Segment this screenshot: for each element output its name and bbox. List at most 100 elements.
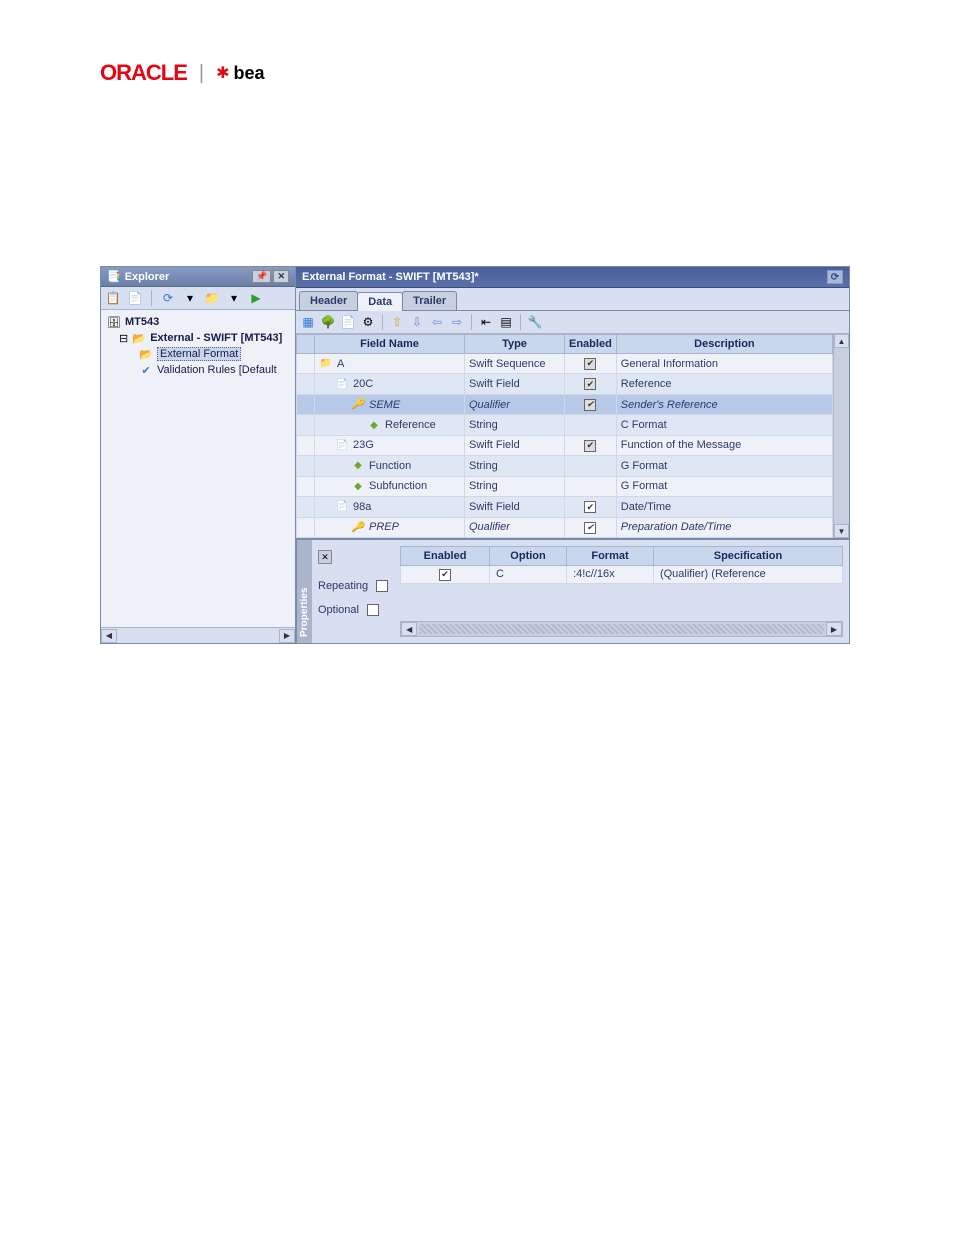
bea-text: bea xyxy=(234,63,265,84)
enabled-checkbox[interactable]: ✔ xyxy=(584,399,596,411)
oracle-logo: ORACLE xyxy=(100,60,187,86)
scroll-up-icon[interactable]: ▲ xyxy=(834,334,849,348)
repeating-row: Repeating xyxy=(318,580,388,592)
node-icon: 📁 xyxy=(319,357,333,371)
explorer-tree: 🗄 MT543 ⊟ 📂 External - SWIFT [MT543] 📂 E… xyxy=(101,310,295,627)
enabled-checkbox[interactable]: ✔ xyxy=(584,440,596,452)
right-arrow-icon[interactable]: ⇨ xyxy=(449,314,465,330)
down-arrow-icon[interactable]: ⇩ xyxy=(409,314,425,330)
table-row[interactable]: ◆SubfunctionStringG Format xyxy=(297,476,833,496)
pin-icon[interactable]: 📌 xyxy=(252,270,271,283)
table-row[interactable]: 🔑SEMEQualifier✔Sender's Reference xyxy=(297,394,833,414)
table-row[interactable]: 🔑PREPQualifier✔Preparation Date/Time xyxy=(297,517,833,538)
col-description[interactable]: Description xyxy=(616,335,832,354)
repeating-checkbox[interactable] xyxy=(376,580,388,592)
col-format[interactable]: Format xyxy=(567,547,654,566)
col-option[interactable]: Option xyxy=(489,547,566,566)
node-icon: 🔑 xyxy=(351,398,365,412)
scroll-left-icon[interactable]: ◀ xyxy=(401,622,417,636)
node-icon: 📄 xyxy=(335,377,349,391)
refresh-icon[interactable]: ⟳ xyxy=(827,270,843,284)
close-icon[interactable]: ✕ xyxy=(318,550,332,564)
left-arrow-icon[interactable]: ⇦ xyxy=(429,314,445,330)
scroll-left-icon[interactable]: ◀ xyxy=(101,629,117,643)
table-row[interactable]: 📄23GSwift Field✔Function of the Message xyxy=(297,435,833,455)
data-grid: Field Name Type Enabled Description 📁ASw… xyxy=(296,334,849,538)
properties-table: Enabled Option Format Specification ✔ C xyxy=(400,546,843,584)
node-icon: 📄 xyxy=(335,438,349,452)
properties-icon[interactable]: 🔧 xyxy=(527,314,543,330)
table-row[interactable]: 📄20CSwift Field✔Reference xyxy=(297,374,833,394)
col-enabled[interactable]: Enabled xyxy=(401,547,490,566)
scroll-thumb[interactable] xyxy=(419,624,824,634)
optional-row: Optional xyxy=(318,604,388,616)
folder-icon: 📂 xyxy=(139,347,153,361)
explorer-toolbar: 📋 📄 ⟳ ▾ 📁 ▾ ▶ xyxy=(101,287,295,310)
tree-icon[interactable]: 🌳 xyxy=(320,314,336,330)
up-arrow-icon[interactable]: ⇧ xyxy=(389,314,405,330)
scroll-down-icon[interactable]: ▼ xyxy=(834,524,849,538)
copy-icon[interactable]: 📋 xyxy=(105,290,121,306)
close-icon[interactable]: ✕ xyxy=(273,270,289,283)
chevron-down-icon[interactable]: ▾ xyxy=(226,290,242,306)
main-title-text: External Format - SWIFT [MT543]* xyxy=(302,271,479,283)
tree-external-format[interactable]: 📂 External Format xyxy=(105,346,291,362)
enabled-checkbox[interactable]: ✔ xyxy=(584,378,596,390)
tab-data[interactable]: Data xyxy=(357,292,403,311)
props-row[interactable]: ✔ C :4!c//16x (Qualifier) (Reference xyxy=(401,566,843,584)
properties-hscroll[interactable]: ◀ ▶ xyxy=(400,621,843,637)
expand-icon[interactable]: ⊟ xyxy=(119,332,128,345)
config-icon[interactable]: ⚙ xyxy=(360,314,376,330)
enabled-checkbox[interactable]: ✔ xyxy=(439,569,451,581)
tree-validation[interactable]: ✔ Validation Rules [Default xyxy=(105,362,291,378)
col-blank[interactable] xyxy=(297,335,315,354)
scroll-right-icon[interactable]: ▶ xyxy=(279,629,295,643)
logo-divider: | xyxy=(199,62,204,85)
tab-trailer[interactable]: Trailer xyxy=(402,291,457,310)
table-row[interactable]: ◆FunctionStringG Format xyxy=(297,456,833,476)
vertical-scrollbar[interactable]: ▲ ▼ xyxy=(833,334,849,538)
refresh-icon[interactable]: ⟳ xyxy=(160,290,176,306)
scroll-right-icon[interactable]: ▶ xyxy=(826,622,842,636)
properties-panel: Properties ✕ Repeating Optional xyxy=(296,538,849,643)
paste-icon[interactable]: 📄 xyxy=(127,290,143,306)
main-toolbar: ▦ 🌳 📄 ⚙ ⇧ ⇩ ⇦ ⇨ ⇤ ▤ 🔧 xyxy=(296,311,849,334)
tree-root[interactable]: 🗄 MT543 xyxy=(105,314,291,330)
properties-tab[interactable]: Properties xyxy=(296,540,312,643)
check-icon: ✔ xyxy=(139,363,153,377)
node-icon: 🔑 xyxy=(351,520,365,534)
explorer-icon: 📑 xyxy=(107,270,121,283)
tab-header[interactable]: Header xyxy=(299,291,358,310)
bea-swirl-icon: ✱ xyxy=(216,63,229,83)
folder-icon: 📂 xyxy=(132,331,146,345)
doc-icon[interactable]: 📄 xyxy=(340,314,356,330)
explorer-title-text: Explorer xyxy=(125,271,170,283)
grid-icon[interactable]: ▦ xyxy=(300,314,316,330)
tab-bar: Header Data Trailer xyxy=(296,288,849,311)
table-row[interactable]: 📁ASwift Sequence✔General Information xyxy=(297,354,833,374)
enabled-checkbox[interactable]: ✔ xyxy=(584,358,596,370)
node-icon: ◆ xyxy=(351,459,365,473)
db-icon: 🗄 xyxy=(107,315,121,329)
node-icon: 📄 xyxy=(335,500,349,514)
run-icon[interactable]: ▶ xyxy=(248,290,264,306)
enabled-checkbox[interactable]: ✔ xyxy=(584,501,596,513)
table-row[interactable]: 📄98aSwift Field✔Date/Time xyxy=(297,497,833,517)
col-type[interactable]: Type xyxy=(465,335,565,354)
tree-external[interactable]: ⊟ 📂 External - SWIFT [MT543] xyxy=(105,330,291,346)
node-icon: ◆ xyxy=(367,418,381,432)
col-enabled[interactable]: Enabled xyxy=(565,335,617,354)
optional-checkbox[interactable] xyxy=(367,604,379,616)
folder-icon[interactable]: 📁 xyxy=(204,290,220,306)
logo-bar: ORACLE | ✱ bea xyxy=(100,60,854,86)
col-field-name[interactable]: Field Name xyxy=(315,335,465,354)
table-row[interactable]: ◆ReferenceStringC Format xyxy=(297,415,833,435)
chevron-down-icon[interactable]: ▾ xyxy=(182,290,198,306)
enabled-checkbox[interactable]: ✔ xyxy=(584,522,596,534)
outdent-icon[interactable]: ⇤ xyxy=(478,314,494,330)
col-specification[interactable]: Specification xyxy=(653,547,842,566)
table-icon[interactable]: ▤ xyxy=(498,314,514,330)
explorer-panel: 📑 Explorer 📌 ✕ 📋 📄 ⟳ ▾ 📁 ▾ ▶ xyxy=(101,267,296,643)
explorer-titlebar: 📑 Explorer 📌 ✕ xyxy=(101,267,295,287)
explorer-hscroll[interactable]: ◀ ▶ xyxy=(101,627,295,643)
